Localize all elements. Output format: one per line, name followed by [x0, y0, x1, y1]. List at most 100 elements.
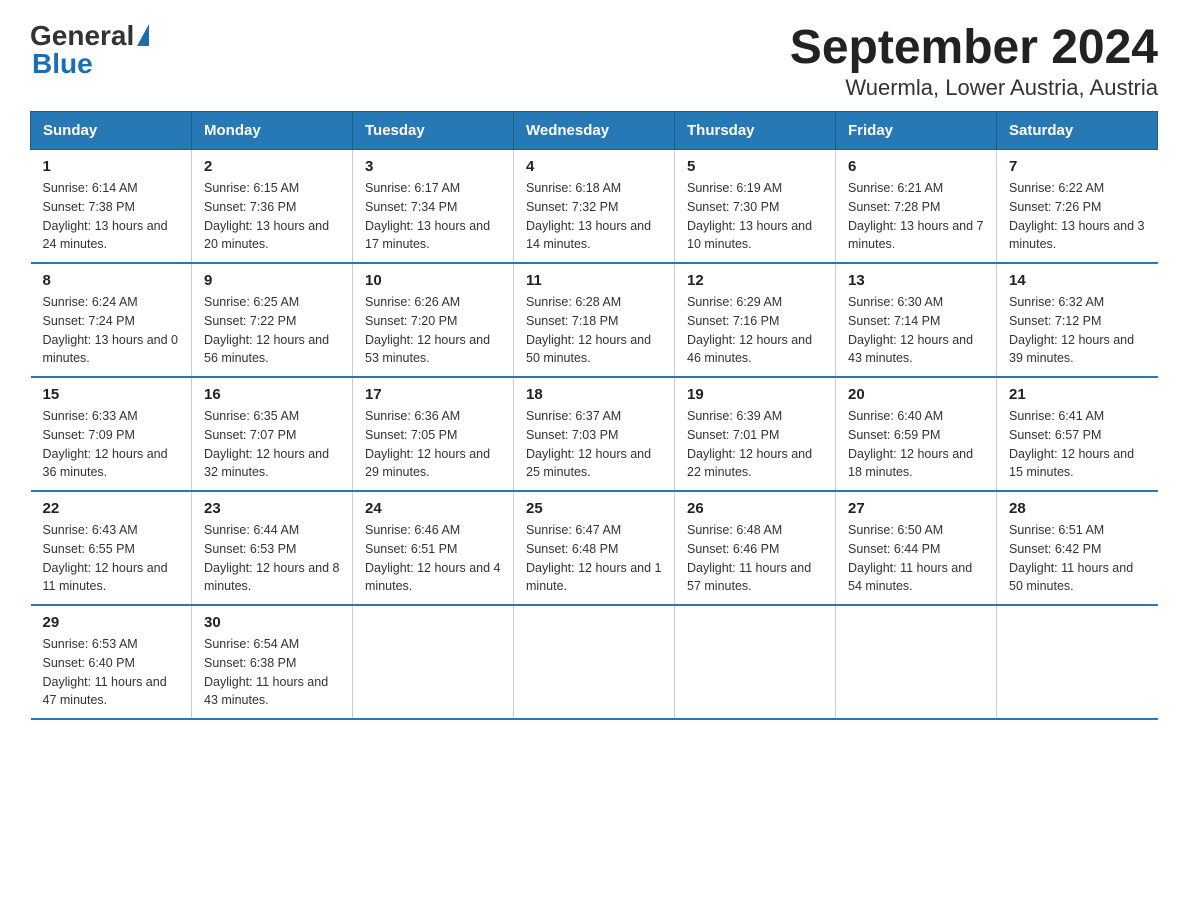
- day-info: Sunrise: 6:29 AMSunset: 7:16 PMDaylight:…: [687, 293, 823, 368]
- calendar-cell: 4 Sunrise: 6:18 AMSunset: 7:32 PMDaylight…: [514, 150, 675, 264]
- day-number: 30: [204, 614, 340, 631]
- day-info: Sunrise: 6:50 AMSunset: 6:44 PMDaylight:…: [848, 521, 984, 596]
- calendar-cell: 2 Sunrise: 6:15 AMSunset: 7:36 PMDaylight…: [192, 150, 353, 264]
- calendar-cell: 26 Sunrise: 6:48 AMSunset: 6:46 PMDayligh…: [675, 491, 836, 605]
- day-of-week-friday: Friday: [836, 112, 997, 150]
- calendar-cell: 12 Sunrise: 6:29 AMSunset: 7:16 PMDayligh…: [675, 263, 836, 377]
- day-info: Sunrise: 6:32 AMSunset: 7:12 PMDaylight:…: [1009, 293, 1146, 368]
- day-number: 17: [365, 386, 501, 403]
- day-number: 12: [687, 272, 823, 289]
- day-info: Sunrise: 6:19 AMSunset: 7:30 PMDaylight:…: [687, 179, 823, 254]
- day-info: Sunrise: 6:21 AMSunset: 7:28 PMDaylight:…: [848, 179, 984, 254]
- day-info: Sunrise: 6:53 AMSunset: 6:40 PMDaylight:…: [43, 635, 180, 710]
- day-number: 1: [43, 158, 180, 175]
- day-info: Sunrise: 6:28 AMSunset: 7:18 PMDaylight:…: [526, 293, 662, 368]
- day-info: Sunrise: 6:48 AMSunset: 6:46 PMDaylight:…: [687, 521, 823, 596]
- day-info: Sunrise: 6:41 AMSunset: 6:57 PMDaylight:…: [1009, 407, 1146, 482]
- day-number: 4: [526, 158, 662, 175]
- day-number: 5: [687, 158, 823, 175]
- day-info: Sunrise: 6:44 AMSunset: 6:53 PMDaylight:…: [204, 521, 340, 596]
- day-of-week-wednesday: Wednesday: [514, 112, 675, 150]
- calendar-subtitle: Wuermla, Lower Austria, Austria: [790, 75, 1158, 101]
- page-header: General Blue September 2024 Wuermla, Low…: [30, 20, 1158, 101]
- calendar-cell: 17 Sunrise: 6:36 AMSunset: 7:05 PMDayligh…: [353, 377, 514, 491]
- day-info: Sunrise: 6:33 AMSunset: 7:09 PMDaylight:…: [43, 407, 180, 482]
- calendar-cell: 7 Sunrise: 6:22 AMSunset: 7:26 PMDaylight…: [997, 150, 1158, 264]
- day-info: Sunrise: 6:40 AMSunset: 6:59 PMDaylight:…: [848, 407, 984, 482]
- day-number: 26: [687, 500, 823, 517]
- day-info: Sunrise: 6:46 AMSunset: 6:51 PMDaylight:…: [365, 521, 501, 596]
- calendar-cell: 10 Sunrise: 6:26 AMSunset: 7:20 PMDayligh…: [353, 263, 514, 377]
- day-info: Sunrise: 6:51 AMSunset: 6:42 PMDaylight:…: [1009, 521, 1146, 596]
- day-number: 20: [848, 386, 984, 403]
- day-info: Sunrise: 6:15 AMSunset: 7:36 PMDaylight:…: [204, 179, 340, 254]
- day-number: 2: [204, 158, 340, 175]
- day-info: Sunrise: 6:26 AMSunset: 7:20 PMDaylight:…: [365, 293, 501, 368]
- calendar-table: SundayMondayTuesdayWednesdayThursdayFrid…: [30, 111, 1158, 720]
- calendar-header: SundayMondayTuesdayWednesdayThursdayFrid…: [31, 112, 1158, 150]
- day-info: Sunrise: 6:54 AMSunset: 6:38 PMDaylight:…: [204, 635, 340, 710]
- day-info: Sunrise: 6:43 AMSunset: 6:55 PMDaylight:…: [43, 521, 180, 596]
- calendar-week-row: 1 Sunrise: 6:14 AMSunset: 7:38 PMDaylight…: [31, 150, 1158, 264]
- calendar-body: 1 Sunrise: 6:14 AMSunset: 7:38 PMDaylight…: [31, 150, 1158, 720]
- calendar-cell: [514, 605, 675, 719]
- day-number: 14: [1009, 272, 1146, 289]
- day-info: Sunrise: 6:17 AMSunset: 7:34 PMDaylight:…: [365, 179, 501, 254]
- day-info: Sunrise: 6:24 AMSunset: 7:24 PMDaylight:…: [43, 293, 180, 368]
- day-number: 25: [526, 500, 662, 517]
- logo-blue-text: Blue: [32, 48, 93, 80]
- logo-triangle-icon: [137, 24, 149, 46]
- day-number: 18: [526, 386, 662, 403]
- calendar-cell: 29 Sunrise: 6:53 AMSunset: 6:40 PMDayligh…: [31, 605, 192, 719]
- day-number: 15: [43, 386, 180, 403]
- day-number: 29: [43, 614, 180, 631]
- calendar-cell: 16Sunrise: 6:35 AMSunset: 7:07 PMDayligh…: [192, 377, 353, 491]
- day-number: 27: [848, 500, 984, 517]
- day-number: 7: [1009, 158, 1146, 175]
- logo: General Blue: [30, 20, 149, 80]
- calendar-cell: 25Sunrise: 6:47 AMSunset: 6:48 PMDayligh…: [514, 491, 675, 605]
- calendar-cell: 24 Sunrise: 6:46 AMSunset: 6:51 PMDayligh…: [353, 491, 514, 605]
- calendar-cell: [836, 605, 997, 719]
- calendar-title: September 2024: [790, 20, 1158, 75]
- calendar-cell: 27 Sunrise: 6:50 AMSunset: 6:44 PMDayligh…: [836, 491, 997, 605]
- calendar-cell: [353, 605, 514, 719]
- day-info: Sunrise: 6:35 AMSunset: 7:07 PMDaylight:…: [204, 407, 340, 482]
- calendar-cell: 19 Sunrise: 6:39 AMSunset: 7:01 PMDayligh…: [675, 377, 836, 491]
- calendar-cell: [997, 605, 1158, 719]
- title-block: September 2024 Wuermla, Lower Austria, A…: [790, 20, 1158, 101]
- day-info: Sunrise: 6:22 AMSunset: 7:26 PMDaylight:…: [1009, 179, 1146, 254]
- calendar-week-row: 29 Sunrise: 6:53 AMSunset: 6:40 PMDayligh…: [31, 605, 1158, 719]
- calendar-week-row: 15 Sunrise: 6:33 AMSunset: 7:09 PMDayligh…: [31, 377, 1158, 491]
- calendar-cell: 8 Sunrise: 6:24 AMSunset: 7:24 PMDaylight…: [31, 263, 192, 377]
- calendar-cell: 28Sunrise: 6:51 AMSunset: 6:42 PMDayligh…: [997, 491, 1158, 605]
- day-of-week-monday: Monday: [192, 112, 353, 150]
- calendar-cell: 21Sunrise: 6:41 AMSunset: 6:57 PMDayligh…: [997, 377, 1158, 491]
- calendar-cell: 23 Sunrise: 6:44 AMSunset: 6:53 PMDayligh…: [192, 491, 353, 605]
- calendar-cell: 3Sunrise: 6:17 AMSunset: 7:34 PMDaylight…: [353, 150, 514, 264]
- day-number: 24: [365, 500, 501, 517]
- day-info: Sunrise: 6:36 AMSunset: 7:05 PMDaylight:…: [365, 407, 501, 482]
- day-number: 22: [43, 500, 180, 517]
- calendar-cell: 20 Sunrise: 6:40 AMSunset: 6:59 PMDayligh…: [836, 377, 997, 491]
- day-number: 10: [365, 272, 501, 289]
- calendar-cell: 22 Sunrise: 6:43 AMSunset: 6:55 PMDayligh…: [31, 491, 192, 605]
- calendar-cell: 9Sunrise: 6:25 AMSunset: 7:22 PMDaylight…: [192, 263, 353, 377]
- calendar-cell: 6 Sunrise: 6:21 AMSunset: 7:28 PMDaylight…: [836, 150, 997, 264]
- day-number: 8: [43, 272, 180, 289]
- day-info: Sunrise: 6:37 AMSunset: 7:03 PMDaylight:…: [526, 407, 662, 482]
- calendar-cell: 13Sunrise: 6:30 AMSunset: 7:14 PMDayligh…: [836, 263, 997, 377]
- day-number: 13: [848, 272, 984, 289]
- calendar-week-row: 22 Sunrise: 6:43 AMSunset: 6:55 PMDayligh…: [31, 491, 1158, 605]
- day-info: Sunrise: 6:18 AMSunset: 7:32 PMDaylight:…: [526, 179, 662, 254]
- calendar-cell: 5 Sunrise: 6:19 AMSunset: 7:30 PMDaylight…: [675, 150, 836, 264]
- day-info: Sunrise: 6:14 AMSunset: 7:38 PMDaylight:…: [43, 179, 180, 254]
- day-number: 19: [687, 386, 823, 403]
- day-number: 6: [848, 158, 984, 175]
- days-of-week-row: SundayMondayTuesdayWednesdayThursdayFrid…: [31, 112, 1158, 150]
- day-info: Sunrise: 6:39 AMSunset: 7:01 PMDaylight:…: [687, 407, 823, 482]
- day-of-week-thursday: Thursday: [675, 112, 836, 150]
- day-number: 11: [526, 272, 662, 289]
- day-number: 23: [204, 500, 340, 517]
- day-number: 9: [204, 272, 340, 289]
